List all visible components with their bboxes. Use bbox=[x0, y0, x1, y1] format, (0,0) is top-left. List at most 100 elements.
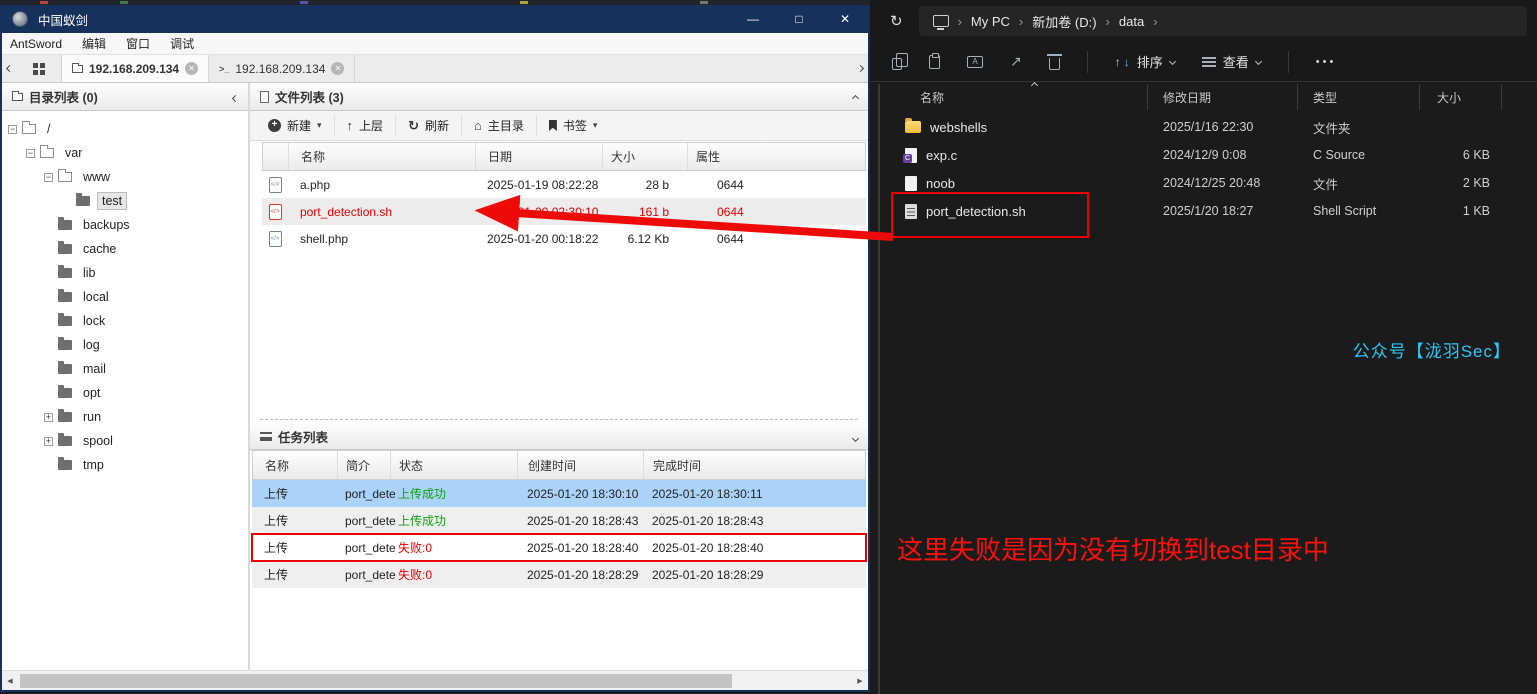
explorer-left-scrollbar[interactable] bbox=[878, 84, 880, 694]
tree-item-cache[interactable]: −cache bbox=[2, 237, 248, 261]
tab-scroll-left-button[interactable] bbox=[2, 55, 17, 82]
breadcrumb-my-pc[interactable]: My PC bbox=[971, 14, 1010, 29]
task-status-column-header[interactable]: 状态 bbox=[391, 451, 518, 479]
explorer-size-cell: 2 KB bbox=[1462, 176, 1490, 190]
home-grid-button[interactable] bbox=[17, 55, 62, 82]
attr-column-header[interactable]: 属性 bbox=[688, 143, 865, 170]
tree-item-www[interactable]: − www bbox=[2, 165, 248, 189]
file-row[interactable]: port_detection.sh 2025-01-20 02:30:10 161 … bbox=[262, 198, 866, 225]
modified-column-header[interactable]: 修改日期 bbox=[1148, 84, 1298, 110]
collapse-left-icon[interactable] bbox=[231, 90, 240, 104]
file-row[interactable]: a.php 2025-01-19 08:22:28 28 b 0644 bbox=[262, 171, 866, 198]
size-column-header[interactable]: 大小 bbox=[603, 143, 688, 170]
scroll-right-icon[interactable]: ▶ bbox=[852, 677, 868, 685]
directory-panel-header[interactable]: 目录列表 (0) bbox=[2, 83, 248, 111]
maximize-button[interactable]: □ bbox=[776, 5, 822, 33]
menu-antsword[interactable]: AntSword bbox=[10, 37, 62, 51]
tree-item-log[interactable]: −log bbox=[2, 333, 248, 357]
tree-item-lib[interactable]: −lib bbox=[2, 261, 248, 285]
home-dir-button[interactable]: ⌂ 主目录 bbox=[462, 114, 537, 137]
tab-bar: 192.168.209.134 ✕ >_ 192.168.209.134 ✕ bbox=[2, 55, 868, 83]
explorer-size-cell: 6 KB bbox=[1462, 148, 1490, 162]
type-column-header[interactable]: 类型 bbox=[1298, 84, 1420, 110]
expand-icon[interactable]: + bbox=[44, 436, 53, 446]
collapse-icon[interactable]: − bbox=[26, 148, 35, 158]
task-desc-column-header[interactable]: 简介 bbox=[338, 451, 391, 479]
collapse-icon[interactable]: − bbox=[8, 124, 17, 134]
paste-icon[interactable] bbox=[929, 52, 940, 69]
collapse-icon[interactable]: − bbox=[44, 172, 53, 182]
name-column-header[interactable]: 名称 bbox=[289, 143, 476, 170]
tree-item-tmp[interactable]: −tmp bbox=[2, 453, 248, 477]
scrollbar-thumb[interactable] bbox=[20, 674, 732, 688]
date-column-header[interactable]: 日期 bbox=[476, 143, 603, 170]
horizontal-scrollbar[interactable]: ◀ ▶ bbox=[2, 670, 868, 690]
tree-item-spool[interactable]: + spool bbox=[2, 429, 248, 453]
tree-item-test[interactable]: −test bbox=[2, 189, 248, 213]
breadcrumb-drive-d[interactable]: 新加卷 (D:) bbox=[1032, 12, 1096, 31]
task-panel-header[interactable]: 任务列表 bbox=[250, 424, 868, 450]
icon-column-header[interactable] bbox=[263, 143, 289, 170]
tree-item-opt[interactable]: −opt bbox=[2, 381, 248, 405]
tree-item-label: spool bbox=[83, 434, 113, 448]
collapse-up-icon[interactable] bbox=[851, 90, 860, 104]
tree-item-root[interactable]: − / bbox=[2, 117, 248, 141]
rename-icon[interactable]: A bbox=[967, 55, 983, 68]
menu-window[interactable]: 窗口 bbox=[126, 35, 150, 52]
refresh-button[interactable]: ↻ 刷新 bbox=[396, 114, 462, 137]
sort-ascending-icon bbox=[1030, 81, 1039, 90]
size-column-header[interactable]: 大小 bbox=[1420, 84, 1502, 110]
new-button[interactable]: + 新建 ▾ bbox=[256, 114, 335, 137]
antsword-titlebar[interactable]: 中国蚁剑 — □ ✕ bbox=[2, 5, 868, 33]
antsword-main: 目录列表 (0) −/−var−www−test−backups−cache−l… bbox=[2, 83, 868, 670]
scroll-left-icon[interactable]: ◀ bbox=[2, 677, 18, 685]
tab-file-manager[interactable]: 192.168.209.134 ✕ bbox=[62, 55, 210, 82]
explorer-name-cell: exp.c bbox=[892, 147, 1148, 163]
explorer-file-row[interactable]: exp.c 2024/12/9 0:08 C Source 6 KB bbox=[892, 141, 1535, 169]
tab-close-icon[interactable]: ✕ bbox=[331, 62, 345, 75]
minimize-button[interactable]: — bbox=[730, 5, 776, 33]
tree-item-var[interactable]: − var bbox=[2, 141, 248, 165]
task-row[interactable]: 上传 port_dete 失败:0 2025-01-20 18:28:29 2025-0… bbox=[252, 561, 866, 588]
task-completed-column-header[interactable]: 完成时间 bbox=[644, 451, 865, 479]
close-button[interactable]: ✕ bbox=[822, 5, 868, 33]
explorer-file-row[interactable]: webshells 2025/1/16 22:30 文件夹 bbox=[892, 113, 1535, 141]
breadcrumb-data[interactable]: data bbox=[1119, 14, 1144, 29]
refresh-icon[interactable]: ↻ bbox=[890, 12, 903, 30]
expand-icon[interactable]: + bbox=[44, 412, 53, 422]
tree-item-run[interactable]: + run bbox=[2, 405, 248, 429]
tree-item-backups[interactable]: −backups bbox=[2, 213, 248, 237]
file-row[interactable]: shell.php 2025-01-20 00:18:22 6.12 Kb 0644 bbox=[262, 225, 866, 252]
tab-close-icon[interactable]: ✕ bbox=[185, 62, 199, 75]
tab-scroll-right-button[interactable] bbox=[853, 55, 868, 82]
explorer-type-cell: C Source bbox=[1313, 148, 1366, 162]
bookmark-button[interactable]: 书签 ▾ bbox=[537, 115, 610, 137]
view-button[interactable]: 查看 bbox=[1201, 52, 1262, 71]
panel-splitter[interactable] bbox=[260, 419, 858, 420]
tree-item-mail[interactable]: −mail bbox=[2, 357, 248, 381]
up-level-button[interactable]: ↑ 上层 bbox=[335, 114, 397, 137]
file-date-cell: 2025-01-19 08:22:28 bbox=[487, 177, 599, 192]
tree-item-local[interactable]: −local bbox=[2, 285, 248, 309]
file-date-cell: 2025-01-20 02:30:10 bbox=[487, 204, 599, 219]
delete-icon[interactable] bbox=[1046, 54, 1062, 70]
copy-icon[interactable] bbox=[892, 52, 908, 70]
more-options-button[interactable]: ••• bbox=[1316, 56, 1337, 68]
task-row[interactable]: 上传 port_dete 上传成功 2025-01-20 18:30:10 2025-0… bbox=[252, 480, 866, 507]
breadcrumb[interactable]: › My PC › 新加卷 (D:) › data › bbox=[918, 6, 1527, 36]
menu-debug[interactable]: 调试 bbox=[170, 35, 194, 52]
name-column-header[interactable]: 名称 bbox=[892, 81, 1148, 110]
up-label: 上层 bbox=[359, 119, 384, 133]
sort-label: 排序 bbox=[1136, 55, 1163, 70]
task-row[interactable]: 上传 port_dete 上传成功 2025-01-20 18:28:43 2025-0… bbox=[252, 507, 866, 534]
collapse-down-icon[interactable] bbox=[851, 430, 860, 444]
tree-item-lock[interactable]: −lock bbox=[2, 309, 248, 333]
tab-terminal[interactable]: >_ 192.168.209.134 ✕ bbox=[209, 55, 356, 82]
task-name-column-header[interactable]: 名称 bbox=[253, 451, 338, 479]
sort-button[interactable]: ↑ ↓ 排序 bbox=[1115, 52, 1176, 71]
task-row[interactable]: 上传 port_dete 失败:0 2025-01-20 18:28:40 2025-0… bbox=[251, 533, 867, 562]
task-created-column-header[interactable]: 创建时间 bbox=[518, 451, 644, 479]
share-icon[interactable]: ↗ bbox=[1010, 53, 1022, 70]
file-panel-header[interactable]: 文件列表 (3) bbox=[250, 83, 868, 111]
menu-edit[interactable]: 编辑 bbox=[82, 35, 106, 52]
